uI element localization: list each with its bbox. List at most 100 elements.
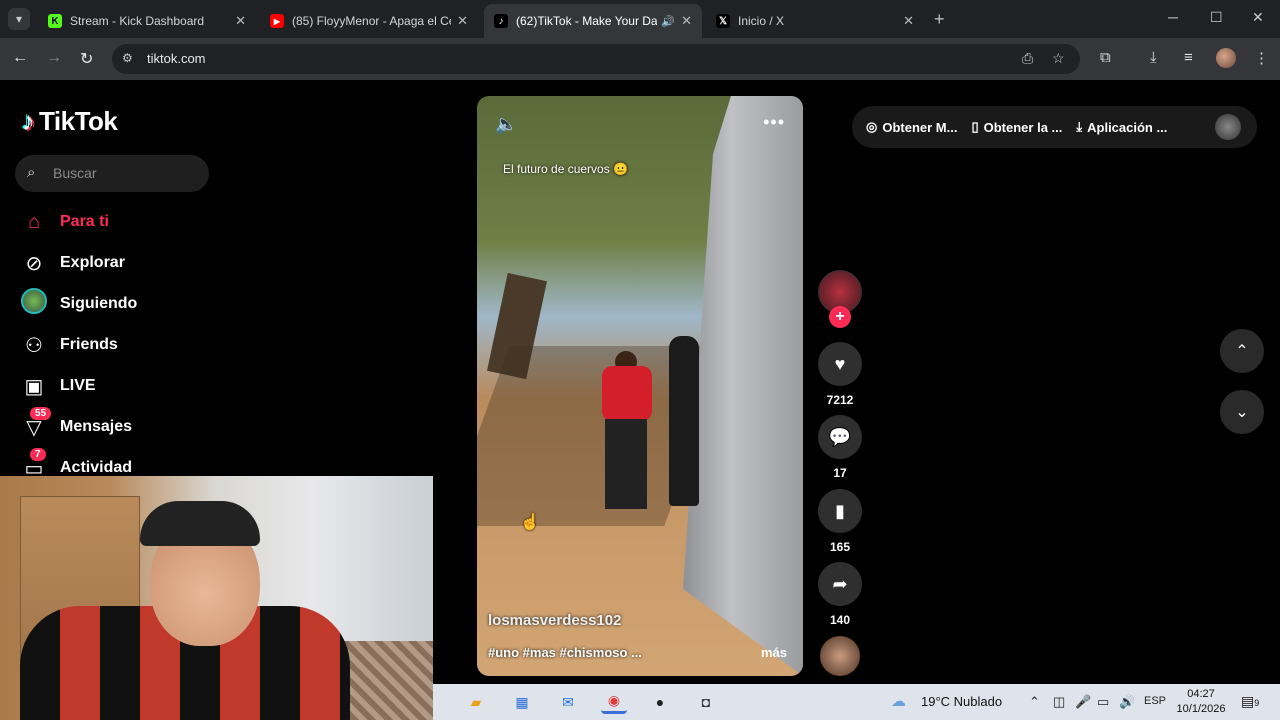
- x-icon: 𝕏: [716, 14, 730, 28]
- share-button[interactable]: ➦: [818, 562, 862, 606]
- follow-plus-icon[interactable]: +: [829, 306, 851, 328]
- browser-toolbar: ← → ↻ ⚙ tiktok.com ⎙ ☆ ⧉ ⤓ ≡ ⋮: [0, 38, 1280, 80]
- network-icon[interactable]: ▭: [1097, 694, 1109, 710]
- media-control-icon[interactable]: ≡: [1184, 49, 1193, 66]
- language-indicator[interactable]: ESP: [1144, 695, 1166, 707]
- kick-icon: K: [48, 14, 62, 28]
- tab-search-button[interactable]: ▾: [8, 8, 30, 30]
- sidebar-item-mensajes[interactable]: ▽ 55 Mensajes: [20, 406, 132, 441]
- messages-icon: ▽ 55: [20, 406, 52, 440]
- like-count: 7212: [826, 393, 854, 407]
- tab-youtube[interactable]: ▶ (85) FloyyMenor - Apaga el Cel ✕: [260, 6, 478, 36]
- site-settings-icon[interactable]: ⚙: [122, 51, 133, 65]
- clock[interactable]: 04:27 10/1/2026: [1175, 687, 1227, 717]
- menu-dots-icon[interactable]: ⋮: [1254, 49, 1269, 67]
- windows-taskbar: ▰ ▦ ✉ ◉ ● ◘ ☁ 19°C Nublado ⌃ ◫ 🎤 ▭ 🔊 ESP…: [433, 684, 1280, 720]
- search-icon: ⌕: [27, 164, 36, 181]
- sidebar-item-siguiendo[interactable]: Siguiendo: [20, 288, 137, 318]
- user-avatar[interactable]: [1215, 114, 1241, 140]
- camera-icon[interactable]: ◫: [1053, 694, 1065, 710]
- video-person-dark: [669, 336, 699, 506]
- obs-icon[interactable]: ●: [647, 690, 673, 714]
- video-player[interactable]: 🔈 ••• El futuro de cuervos 😐 losmasverde…: [477, 96, 803, 676]
- heart-icon: ♥: [834, 353, 846, 374]
- close-icon[interactable]: ✕: [235, 13, 246, 29]
- home-icon: ⌂: [27, 210, 41, 233]
- comment-icon: 💬: [828, 426, 852, 447]
- comment-button[interactable]: 💬: [818, 415, 862, 459]
- weather-widget[interactable]: 19°C Nublado: [921, 694, 1002, 709]
- tiktok-note-icon: ♪: [22, 106, 35, 136]
- more-text-button[interactable]: más: [761, 645, 787, 660]
- tab-kick[interactable]: K Stream - Kick Dashboard ✕: [38, 6, 256, 36]
- tiktok-icon: ♪: [494, 14, 508, 28]
- close-icon[interactable]: ✕: [457, 13, 468, 29]
- video-author[interactable]: losmasverdess102: [488, 612, 621, 629]
- store-icon[interactable]: ▦: [509, 690, 535, 714]
- chrome-icon[interactable]: ◉: [601, 690, 627, 714]
- speaker-icon[interactable]: 🔊: [1119, 694, 1135, 710]
- close-icon[interactable]: ✕: [903, 13, 914, 29]
- following-avatar: [21, 288, 47, 314]
- close-icon[interactable]: ✕: [681, 13, 692, 29]
- tab-x[interactable]: 𝕏 Inicio / X ✕: [706, 6, 924, 36]
- audio-playing-icon[interactable]: 🔊: [661, 15, 675, 28]
- desktop-app-button[interactable]: ⤓ Aplicación ...: [1076, 119, 1167, 135]
- previous-video-button[interactable]: ⌃: [1220, 329, 1264, 373]
- webcam-overlay: [0, 476, 433, 720]
- reload-icon[interactable]: ↻: [80, 49, 93, 69]
- browser-tab-bar: ▾ K Stream - Kick Dashboard ✕ ▶ (85) Flo…: [0, 0, 1280, 38]
- sidebar-item-live[interactable]: ▣ LIVE: [20, 372, 96, 400]
- chevron-up-icon: ⌃: [1235, 343, 1249, 360]
- forward-icon[interactable]: →: [46, 49, 62, 67]
- more-options-icon[interactable]: •••: [763, 112, 785, 133]
- messages-badge: 55: [30, 406, 52, 420]
- live-icon: ▣: [24, 375, 44, 398]
- window-close-icon[interactable]: ✕: [1252, 9, 1264, 26]
- tab-tiktok[interactable]: ♪ (62)TikTok - Make Your Day 🔊 ✕: [484, 4, 702, 38]
- video-wall: [683, 96, 803, 676]
- sidebar-item-friends[interactable]: ⚇ Friends: [20, 331, 118, 359]
- file-explorer-icon[interactable]: ▰: [463, 690, 489, 714]
- save-button[interactable]: ▮: [818, 489, 862, 533]
- outlook-icon[interactable]: ✉: [555, 690, 581, 714]
- app-icon[interactable]: ◘: [693, 690, 719, 714]
- sidebar-item-para-ti[interactable]: ⌂ Para ti: [20, 208, 109, 236]
- search-input[interactable]: ⌕ Buscar: [15, 155, 209, 192]
- activity-badge: 7: [30, 447, 46, 461]
- hand-cursor-icon: ☝: [520, 514, 540, 531]
- extensions-icon[interactable]: ⧉: [1100, 49, 1111, 66]
- notification-icon[interactable]: ▤9: [1241, 693, 1259, 710]
- next-video-button[interactable]: ⌄: [1220, 390, 1264, 434]
- phone-icon: ▯: [971, 119, 979, 134]
- volume-icon[interactable]: 🔈: [495, 114, 517, 135]
- youtube-icon: ▶: [270, 14, 284, 28]
- like-button[interactable]: ♥: [818, 342, 862, 386]
- tiktok-page: ♪ TikTok ⌕ Buscar ⌂ Para ti ⊘ Explorar S…: [0, 80, 1280, 720]
- download-icon[interactable]: ⤓: [1150, 49, 1157, 66]
- video-person-red: [597, 351, 657, 511]
- get-app-button[interactable]: ▯ Obtener la ...: [971, 119, 1062, 135]
- video-caption: El futuro de cuervos 😐: [503, 162, 628, 176]
- bookmark-star-icon[interactable]: ☆: [1052, 50, 1065, 67]
- bookmark-icon: ▮: [835, 500, 845, 521]
- music-disc-avatar[interactable]: [820, 636, 860, 676]
- new-tab-icon[interactable]: +: [934, 9, 945, 30]
- tiktok-logo[interactable]: ♪ TikTok: [22, 106, 118, 137]
- back-icon[interactable]: ←: [12, 49, 28, 67]
- chevron-up-icon[interactable]: ⌃: [1029, 694, 1040, 710]
- compass-icon: ⊘: [25, 252, 43, 275]
- minimize-icon[interactable]: ─: [1168, 9, 1178, 25]
- profile-avatar[interactable]: [1216, 48, 1236, 68]
- install-app-icon[interactable]: ⎙: [1022, 50, 1033, 67]
- cloud-icon: ☁: [891, 693, 906, 710]
- coin-icon: ◎: [866, 119, 878, 134]
- video-hashtags[interactable]: #uno #mas #chismoso ...: [488, 645, 642, 660]
- address-bar[interactable]: ⚙ tiktok.com ⎙ ☆: [112, 44, 1080, 74]
- get-coins-button[interactable]: ◎ Obtener M...: [866, 119, 957, 135]
- save-count: 165: [829, 540, 851, 554]
- sidebar-item-explorar[interactable]: ⊘ Explorar: [20, 249, 125, 277]
- comment-count: 17: [833, 466, 847, 480]
- mic-icon[interactable]: 🎤: [1075, 694, 1091, 710]
- maximize-icon[interactable]: ☐: [1210, 9, 1223, 26]
